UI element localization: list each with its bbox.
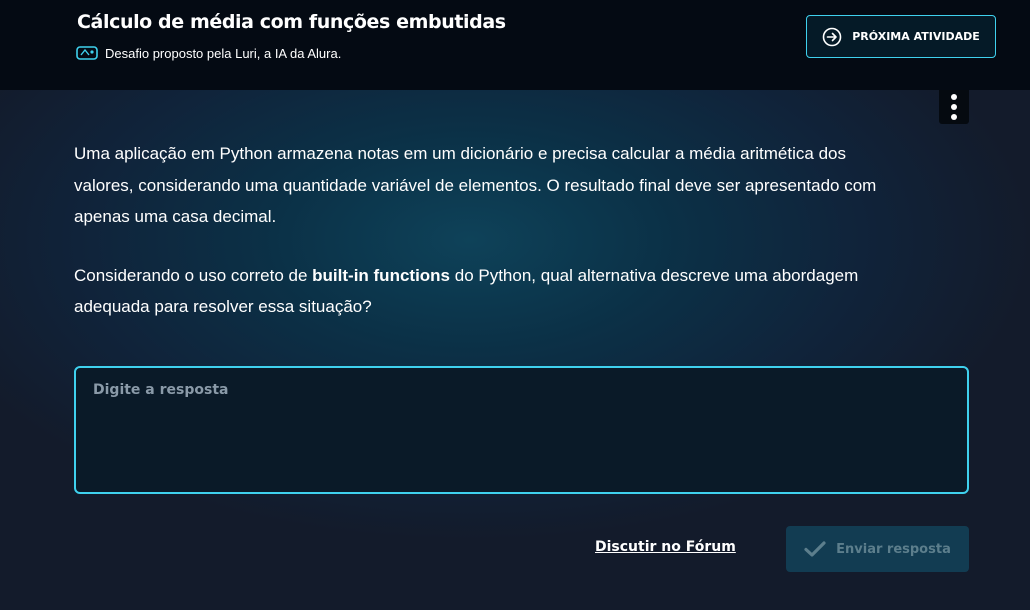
subtitle-text: Desafio proposto pela Luri, a IA da Alur…	[105, 45, 342, 61]
luri-badge-icon	[76, 46, 98, 60]
activity-title: Cálculo de média com funções embutidas	[77, 11, 506, 33]
next-activity-label: PRÓXIMA ATIVIDADE	[852, 30, 980, 43]
kebab-dot	[951, 114, 957, 120]
question-text: Uma aplicação em Python armazena notas e…	[74, 138, 894, 323]
question-paragraph-2: Considerando o uso correto de built-in f…	[74, 260, 894, 323]
send-answer-button[interactable]: Enviar resposta	[786, 526, 969, 572]
answer-textarea[interactable]	[74, 366, 969, 494]
arrow-right-circle-icon	[822, 27, 842, 46]
challenge-subtitle: Desafio proposto pela Luri, a IA da Alur…	[76, 45, 341, 61]
kebab-dot	[951, 104, 957, 110]
question-text-before: Considerando o uso correto de	[74, 265, 313, 285]
kebab-menu-icon[interactable]	[939, 90, 969, 124]
top-header: Cálculo de média com funções embutidas D…	[0, 0, 1030, 90]
forum-link[interactable]: Discutir no Fórum	[595, 539, 736, 555]
question-paragraph-1: Uma aplicação em Python armazena notas e…	[74, 144, 877, 226]
send-answer-label: Enviar resposta	[836, 541, 951, 557]
question-text-bold: built-in functions	[312, 265, 451, 285]
kebab-dot	[951, 94, 957, 100]
checkmark-icon	[804, 541, 826, 557]
next-activity-button[interactable]: PRÓXIMA ATIVIDADE	[806, 15, 996, 58]
